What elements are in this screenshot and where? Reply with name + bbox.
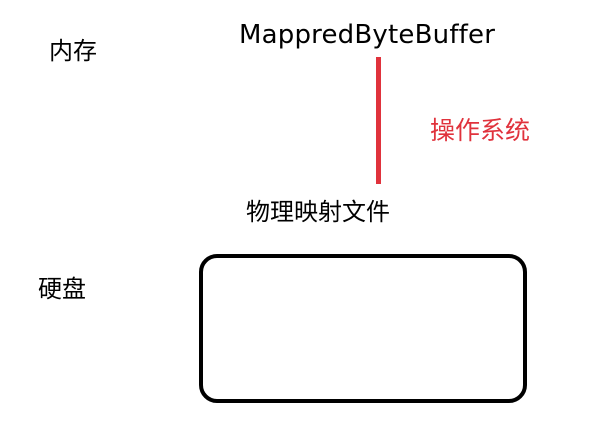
disk-label: 硬盘: [38, 275, 86, 303]
file-box: [199, 254, 527, 403]
connector-line: [376, 57, 381, 184]
operating-system-label: 操作系统: [430, 116, 531, 145]
memory-label: 内存: [49, 37, 97, 65]
mapped-file-label: 物理映射文件: [246, 198, 390, 226]
buffer-label: MappredByteBuffer: [239, 20, 496, 50]
